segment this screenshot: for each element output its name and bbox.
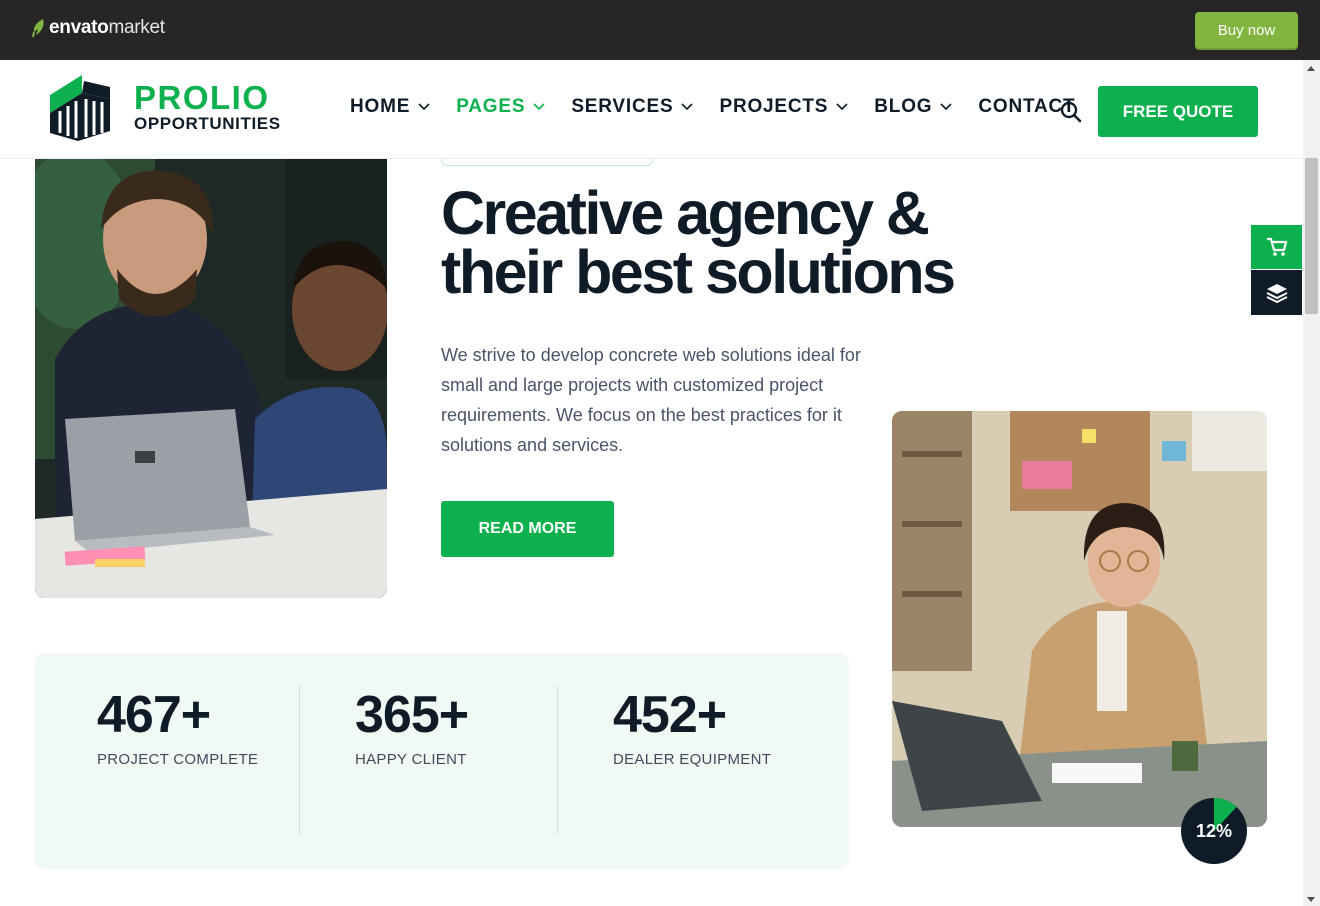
chevron-down-icon xyxy=(681,103,694,111)
hero-title-line-2: their best solutions xyxy=(441,238,956,306)
nav-item-home[interactable]: HOME xyxy=(350,96,430,118)
chevron-down-icon xyxy=(418,103,430,111)
stat-number: 365+ xyxy=(355,686,469,744)
envato-logo[interactable]: envato market xyxy=(32,17,165,39)
site-logo[interactable]: PROLIO OPPORTUNITIES xyxy=(48,73,281,143)
read-more-button[interactable]: READ MORE xyxy=(441,501,614,557)
nav-item-label: HOME xyxy=(350,96,411,117)
logo-title: PROLIO xyxy=(134,79,270,116)
nav-item-label: SERVICES xyxy=(571,96,674,117)
hero-image-meeting xyxy=(35,159,387,598)
nav-item-blog[interactable]: BLOG xyxy=(874,96,952,118)
hero-image-woman xyxy=(892,411,1267,827)
stat-label: HAPPY CLIENT xyxy=(355,751,467,768)
main-nav: HOME PAGES SERVICES PROJECTS BLOG CONTAC… xyxy=(350,96,1101,118)
envato-leaf-icon xyxy=(32,19,44,38)
chevron-down-icon xyxy=(836,103,848,111)
stat-number: 467+ xyxy=(97,686,211,744)
envato-brand-text: envato xyxy=(49,17,109,38)
buy-now-button[interactable]: Buy now xyxy=(1195,12,1298,48)
stats-panel: 467+ PROJECT COMPLETE 365+ HAPPY CLIENT … xyxy=(35,653,849,869)
search-icon[interactable] xyxy=(1060,101,1082,123)
hero-title: Creative agency & their best solutions xyxy=(441,179,1041,306)
chevron-down-icon xyxy=(533,103,545,111)
chevron-down-icon xyxy=(940,103,952,111)
scroll-progress-indicator[interactable]: 12% xyxy=(1181,798,1247,864)
stat-divider xyxy=(299,686,300,834)
stat-divider xyxy=(557,686,558,834)
nav-item-label: PAGES xyxy=(456,96,526,117)
envato-top-bar: envato market Buy now xyxy=(0,0,1320,60)
envato-market-text: market xyxy=(108,17,165,38)
nav-item-pages[interactable]: PAGES xyxy=(456,96,545,118)
nav-item-projects[interactable]: PROJECTS xyxy=(719,96,848,118)
woman-photo xyxy=(892,411,1267,827)
logo-subtitle: OPPORTUNITIES xyxy=(134,114,281,133)
page-scrollbar[interactable] xyxy=(1303,60,1320,906)
nav-item-label: PROJECTS xyxy=(719,96,829,117)
cart-icon xyxy=(1266,237,1287,256)
logo-building-icon xyxy=(50,75,110,141)
meeting-photo xyxy=(35,159,387,598)
stat-label: PROJECT COMPLETE xyxy=(97,751,259,768)
scroll-up-arrow-icon[interactable] xyxy=(1307,66,1315,71)
site-header: PROLIO OPPORTUNITIES HOME PAGES SERVICES… xyxy=(0,60,1303,159)
side-layers-button[interactable] xyxy=(1251,270,1302,315)
stat-number: 452+ xyxy=(613,686,727,744)
scroll-thumb[interactable] xyxy=(1305,158,1318,314)
free-quote-button[interactable]: FREE QUOTE xyxy=(1098,86,1258,137)
scroll-down-arrow-icon[interactable] xyxy=(1307,897,1315,902)
nav-item-services[interactable]: SERVICES xyxy=(571,96,694,118)
side-cart-button[interactable] xyxy=(1251,225,1302,269)
progress-label: 12% xyxy=(1195,820,1233,841)
layers-icon xyxy=(1266,283,1287,303)
hero-description: We strive to develop concrete web soluti… xyxy=(441,345,861,455)
nav-item-label: BLOG xyxy=(874,96,933,117)
hero-title-line-1: Creative agency & xyxy=(441,179,930,247)
stat-label: DEALER EQUIPMENT xyxy=(613,751,772,768)
